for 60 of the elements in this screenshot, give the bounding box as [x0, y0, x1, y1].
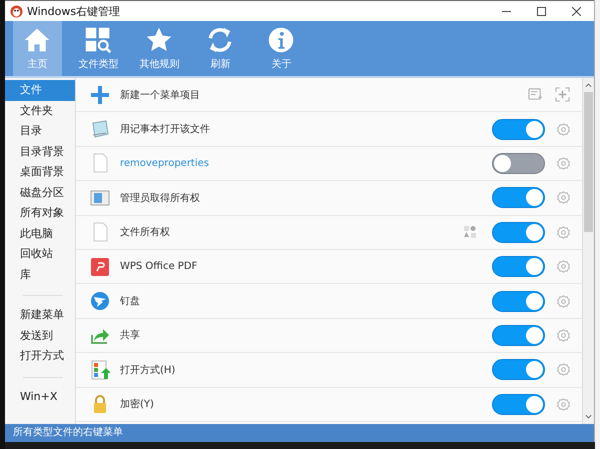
settings-icon[interactable]: [557, 328, 570, 342]
settings-icon[interactable]: [557, 363, 570, 376]
toggle-switch[interactable]: [492, 256, 545, 278]
open-with-icon: [90, 360, 110, 380]
notepad-icon: [90, 119, 110, 140]
toggle-switch[interactable]: [492, 222, 545, 243]
sidebar-item[interactable]: 此电脑: [4, 224, 75, 244]
sidebar-item[interactable]: 所有对象: [4, 203, 75, 224]
menu-item-label: WPS Office PDF: [120, 261, 198, 272]
sidebar-item[interactable]: 磁盘分区: [4, 182, 75, 203]
menu-item-label: 管理员取得所有权: [120, 192, 201, 205]
menu-item-label: 钉盘: [120, 295, 141, 308]
info-icon: [267, 26, 296, 54]
add-list-icon[interactable]: [528, 87, 543, 102]
plus-icon: [90, 84, 110, 105]
settings-icon[interactable]: [557, 226, 570, 239]
menu-item-label: removeproperties: [120, 158, 210, 169]
scroll-up-icon[interactable]: [585, 82, 592, 88]
scrollbar-thumb[interactable]: [584, 92, 593, 232]
sidebar-item[interactable]: 库: [4, 264, 75, 285]
app-icon: [10, 4, 23, 18]
settings-icon[interactable]: [557, 398, 570, 411]
toggle-switch[interactable]: [492, 152, 545, 174]
add-frame-icon[interactable]: [555, 87, 570, 102]
settings-icon[interactable]: [557, 122, 570, 136]
settings-icon[interactable]: [557, 191, 570, 204]
toggle-switch[interactable]: [492, 394, 545, 415]
home-icon: [23, 26, 52, 54]
window-icon: [90, 188, 110, 208]
pdf-icon: [90, 256, 110, 277]
status-bar: 所有类型文件的右键菜单: [4, 424, 594, 442]
menu-item-label: 用记事本打开该文件: [120, 122, 211, 136]
menu-item-label: 打开方式(H): [120, 364, 176, 377]
wing-icon: [90, 291, 110, 312]
grid-search-icon: [84, 26, 112, 54]
sidebar-item[interactable]: 发送到: [4, 326, 75, 346]
toggle-switch[interactable]: [492, 324, 545, 346]
window-title: Windows右键管理: [26, 4, 120, 18]
menu-item-label: 文件所有权: [120, 226, 171, 240]
toggle-switch[interactable]: [492, 290, 545, 312]
scroll-down-icon[interactable]: [585, 414, 592, 420]
menu-item-label: 共享: [120, 328, 141, 342]
sidebar-item[interactable]: 新建菜单: [4, 305, 75, 326]
settings-icon[interactable]: [557, 294, 570, 308]
toggle-switch[interactable]: [492, 118, 545, 140]
sidebar-item[interactable]: 目录: [4, 121, 75, 142]
sidebar-item[interactable]: Win+X: [4, 386, 75, 407]
menu-item-label: 新建一个菜单项目: [120, 88, 201, 102]
toggle-switch[interactable]: [492, 187, 545, 208]
sidebar-item[interactable]: 目录背景: [4, 142, 75, 162]
sidebar-item[interactable]: 打开方式: [4, 346, 75, 366]
sidebar-item[interactable]: 桌面背景: [4, 162, 75, 182]
sidebar-item[interactable]: 文件: [4, 80, 75, 100]
settings-icon[interactable]: [557, 260, 570, 274]
toggle-switch[interactable]: [492, 359, 545, 380]
sidebar-item[interactable]: 文件夹: [4, 100, 75, 121]
sidebar-item[interactable]: 回收站: [4, 244, 75, 264]
menu-item-label: 加密(Y): [120, 398, 155, 412]
settings-icon[interactable]: [557, 156, 570, 170]
refresh-icon: [206, 26, 234, 54]
